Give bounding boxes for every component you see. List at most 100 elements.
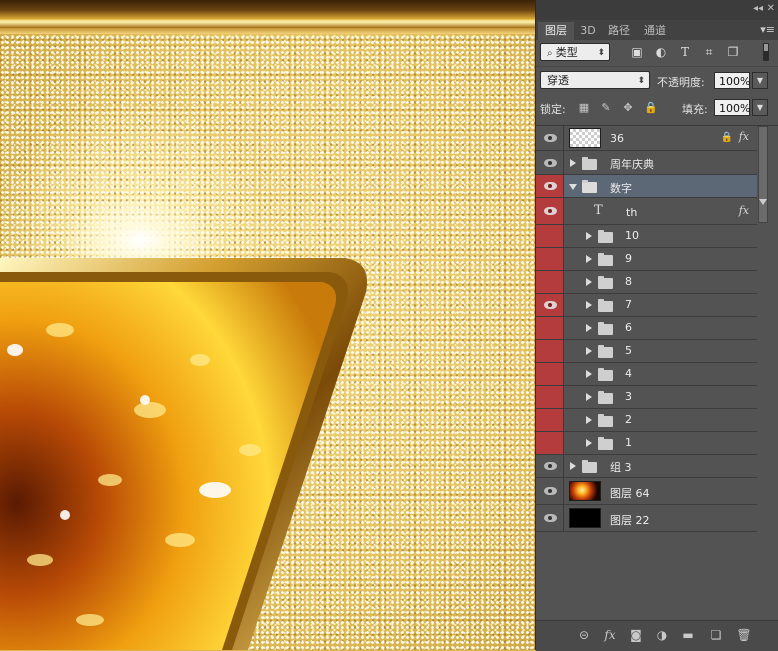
- layer-row[interactable]: 10: [536, 225, 757, 248]
- layer-row[interactable]: 2: [536, 409, 757, 432]
- shape-filter-icon[interactable]: ⌗: [702, 45, 716, 59]
- expand-arrow-icon[interactable]: [586, 232, 592, 240]
- new-group-icon[interactable]: ▬: [680, 627, 696, 643]
- search-icon: ⌕: [547, 48, 556, 59]
- layer-row[interactable]: 图层 22: [536, 505, 757, 532]
- panel-tabs: 图层 3D 路径 通道 ▾≡: [536, 20, 778, 40]
- type-filter-icon[interactable]: T: [678, 45, 692, 59]
- visibility-toggle: [536, 225, 564, 247]
- lock-transparent-icon[interactable]: ▦: [578, 102, 590, 114]
- layer-row[interactable]: 6: [536, 317, 757, 340]
- expand-arrow-icon[interactable]: [586, 370, 592, 378]
- fx-icon[interactable]: fx: [739, 204, 749, 217]
- expand-arrow-icon[interactable]: [570, 462, 576, 470]
- expand-arrow-icon[interactable]: [586, 278, 592, 286]
- smart-object-filter-icon[interactable]: ❐: [726, 45, 740, 59]
- expand-arrow-icon[interactable]: [586, 324, 592, 332]
- image-filter-icon[interactable]: ▣: [630, 45, 644, 59]
- visibility-toggle: [536, 340, 564, 362]
- layer-style-fx-icon[interactable]: fx: [602, 627, 618, 643]
- document-canvas[interactable]: [0, 0, 535, 650]
- adjustment-layer-icon[interactable]: ◑: [654, 627, 670, 643]
- visibility-toggle[interactable]: [536, 198, 564, 224]
- eye-icon: [544, 462, 557, 470]
- layer-row[interactable]: 8: [536, 271, 757, 294]
- layer-row[interactable]: 3: [536, 386, 757, 409]
- layer-row[interactable]: 5: [536, 340, 757, 363]
- blend-mode-select[interactable]: 穿透 ⬍: [540, 71, 650, 89]
- close-icon[interactable]: ✕: [767, 3, 775, 14]
- collapse-icon[interactable]: ◂◂: [753, 3, 763, 14]
- expand-arrow-icon[interactable]: [586, 439, 592, 447]
- visibility-toggle: [536, 271, 564, 293]
- tab-layers[interactable]: 图层: [538, 22, 574, 40]
- expand-arrow-icon[interactable]: [586, 301, 592, 309]
- text-layer-icon: T: [594, 203, 603, 218]
- visibility-toggle[interactable]: [536, 126, 564, 150]
- scrollbar-thumb[interactable]: [758, 126, 768, 223]
- expand-arrow-icon[interactable]: [586, 255, 592, 263]
- layer-row[interactable]: 图层 64: [536, 478, 757, 505]
- adjustment-filter-icon[interactable]: ◐: [654, 45, 668, 59]
- visibility-toggle[interactable]: [536, 151, 564, 174]
- visibility-toggle[interactable]: [536, 294, 564, 316]
- visibility-toggle: [536, 386, 564, 408]
- tab-paths[interactable]: 路径: [604, 22, 634, 40]
- layer-row-selected[interactable]: 数字: [536, 175, 757, 198]
- tab-3d[interactable]: 3D: [576, 22, 600, 40]
- collapse-arrow-icon[interactable]: [569, 184, 577, 190]
- layer-name: 6: [625, 321, 632, 334]
- layer-row[interactable]: 4: [536, 363, 757, 386]
- layer-row[interactable]: T th fx: [536, 198, 757, 225]
- visibility-toggle[interactable]: [536, 505, 564, 531]
- opacity-input[interactable]: 100%: [714, 72, 750, 89]
- layer-row[interactable]: 9: [536, 248, 757, 271]
- expand-arrow-icon[interactable]: [586, 393, 592, 401]
- expand-arrow-icon[interactable]: [570, 159, 576, 167]
- folder-icon: [582, 460, 597, 473]
- fill-dropdown-button[interactable]: ▼: [752, 99, 768, 116]
- visibility-toggle[interactable]: [536, 478, 564, 504]
- layers-bottom-toolbar: ⊝ fx ◙ ◑ ▬ ❏ 🗑: [536, 620, 778, 651]
- filter-toggle[interactable]: [763, 43, 769, 61]
- lock-image-brush-icon[interactable]: ✎: [600, 102, 612, 114]
- chevron-updown-icon: ⬍: [637, 76, 645, 86]
- lock-all-icon[interactable]: 🔒: [644, 102, 658, 114]
- tab-channels[interactable]: 通道: [640, 22, 670, 40]
- layer-name: 36: [610, 132, 624, 145]
- visibility-toggle[interactable]: [536, 455, 564, 477]
- link-layers-icon[interactable]: ⊝: [576, 627, 592, 643]
- blend-mode-value: 穿透: [547, 74, 569, 87]
- eye-icon: [544, 514, 557, 522]
- delete-layer-icon[interactable]: 🗑: [736, 627, 752, 643]
- layer-row[interactable]: 周年庆典: [536, 151, 757, 175]
- layer-name: 3: [625, 390, 632, 403]
- expand-arrow-icon[interactable]: [586, 347, 592, 355]
- layer-row[interactable]: 36 🔒 fx: [536, 126, 757, 151]
- visibility-toggle[interactable]: [536, 175, 564, 197]
- fx-icon[interactable]: fx: [739, 130, 749, 143]
- folder-icon: [598, 276, 613, 289]
- expand-arrow-icon[interactable]: [586, 416, 592, 424]
- layer-name: 1: [625, 436, 632, 449]
- opacity-dropdown-button[interactable]: ▼: [752, 72, 768, 89]
- lock-position-move-icon[interactable]: ✥: [622, 102, 634, 114]
- folder-icon: [598, 368, 613, 381]
- layer-row[interactable]: 组 3: [536, 455, 757, 478]
- layer-name: 4: [625, 367, 632, 380]
- chevron-updown-icon: ⬍: [597, 48, 605, 58]
- new-layer-icon[interactable]: ❏: [708, 627, 724, 643]
- filter-type-select[interactable]: ⌕ 类型 ⬍: [540, 43, 610, 61]
- layers-scrollbar[interactable]: [757, 126, 778, 621]
- lock-label: 锁定:: [540, 103, 566, 116]
- scroll-arrow-icon[interactable]: [759, 199, 767, 205]
- eye-icon: [544, 182, 557, 190]
- blend-row: 穿透 ⬍ 不透明度: 100% ▼: [536, 66, 778, 93]
- layer-row[interactable]: 7: [536, 294, 757, 317]
- layer-name: 图层 64: [610, 487, 650, 500]
- add-mask-icon[interactable]: ◙: [628, 627, 644, 643]
- layer-row[interactable]: 1: [536, 432, 757, 455]
- panel-menu-icon[interactable]: ▾≡: [760, 23, 775, 36]
- fill-input[interactable]: 100%: [714, 99, 750, 116]
- layers-panel: ◂◂ ✕ 图层 3D 路径 通道 ▾≡ ⌕ 类型 ⬍ ▣ ◐ T ⌗ ❐ 穿透 …: [535, 0, 778, 651]
